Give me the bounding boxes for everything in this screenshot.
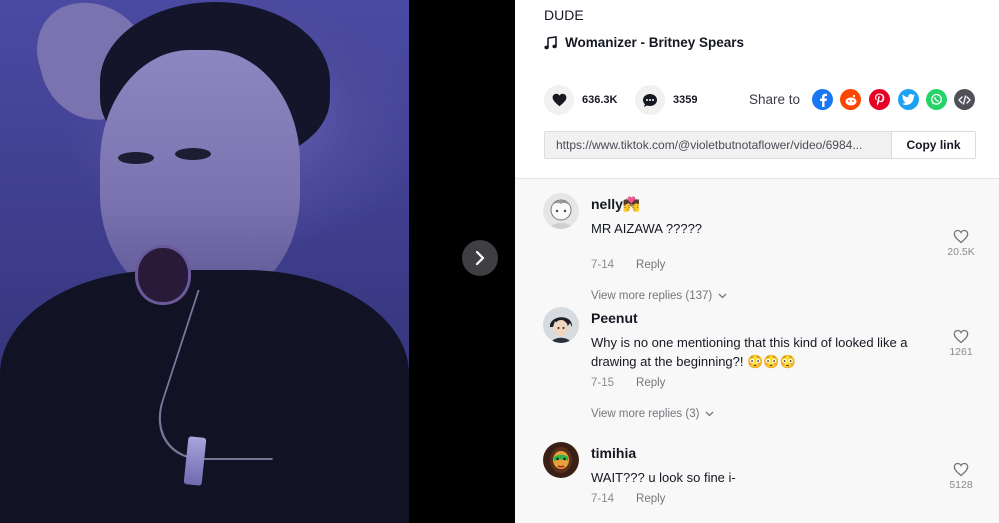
chevron-right-icon xyxy=(475,250,485,266)
view-more-replies-label: View more replies (3) xyxy=(591,408,700,420)
comment-date: 7-14 xyxy=(591,259,615,271)
pinterest-share-icon[interactable] xyxy=(869,89,890,110)
music-link[interactable]: Womanizer - Britney Spears xyxy=(544,35,744,50)
like-count: 636.3K xyxy=(582,94,618,106)
comment-item: Peenut Why is no one mentioning that thi… xyxy=(543,307,983,425)
video-eye-shape xyxy=(175,148,211,160)
comment-like-count: 5128 xyxy=(949,479,973,491)
action-bar: 636.3K 3359 Share to xyxy=(544,85,977,115)
reddit-share-icon[interactable] xyxy=(840,89,861,110)
video-face-shape xyxy=(100,50,300,300)
comment-like-count: 20.5K xyxy=(947,246,975,258)
comment-meta: 7-15 Reply xyxy=(591,377,665,389)
comment-text: WAIT??? u look so fine i- xyxy=(591,470,736,485)
comment-username[interactable]: nelly💏 xyxy=(591,196,640,213)
heart-outline-icon xyxy=(953,229,969,244)
comment-date: 7-15 xyxy=(591,377,615,389)
comment-text: Why is no one mentioning that this kind … xyxy=(591,335,908,369)
next-video-button[interactable] xyxy=(462,240,498,276)
avatar[interactable] xyxy=(543,442,579,478)
comment-bubble-icon xyxy=(643,93,657,107)
chevron-down-icon xyxy=(705,411,714,417)
video-link-field[interactable]: https://www.tiktok.com/@violetbutnotaflo… xyxy=(545,132,891,158)
video-player[interactable] xyxy=(0,0,515,523)
username-emoji: 💏 xyxy=(622,196,641,212)
comment-list[interactable]: nelly💏 MR AIZAWA ????? 7-14 Reply 20.5K … xyxy=(515,178,999,523)
avatar[interactable] xyxy=(543,193,579,229)
comment-meta: 7-14 Reply xyxy=(591,259,665,271)
comment-text: MR AIZAWA ????? xyxy=(591,221,703,236)
like-button[interactable]: 636.3K xyxy=(544,85,617,115)
heart-outline-icon xyxy=(953,462,969,477)
view-more-replies-button[interactable]: View more replies (3) xyxy=(591,408,714,420)
video-eye-shape xyxy=(118,152,154,164)
chevron-down-icon xyxy=(718,293,727,299)
username-text: nelly xyxy=(591,196,623,212)
video-mouth-shape xyxy=(135,245,191,305)
comment-username[interactable]: timihia xyxy=(591,445,636,461)
view-more-replies-button[interactable]: View more replies (137) xyxy=(591,290,727,302)
comment-button[interactable]: 3359 xyxy=(635,85,697,115)
comment-like-count: 1261 xyxy=(949,346,973,358)
like-icon-wrapper xyxy=(544,85,574,115)
video-frame[interactable] xyxy=(0,0,409,523)
comment-date: 7-14 xyxy=(591,493,615,505)
heart-outline-icon xyxy=(953,329,969,344)
music-title: Womanizer - Britney Spears xyxy=(565,35,745,50)
heart-icon xyxy=(552,93,566,107)
post-info-panel: DUDE Womanizer - Britney Spears 636.3K 3… xyxy=(515,0,999,178)
comment-item: timihia WAIT??? u look so fine i- 7-14 R… xyxy=(543,442,983,522)
reply-button[interactable]: Reply xyxy=(636,377,665,389)
reply-button[interactable]: Reply xyxy=(636,259,665,271)
embed-code-icon[interactable] xyxy=(954,89,975,110)
comment-item: nelly💏 MR AIZAWA ????? 7-14 Reply 20.5K … xyxy=(543,193,983,311)
whatsapp-share-icon[interactable] xyxy=(926,89,947,110)
music-note-icon xyxy=(544,35,557,49)
comment-meta: 7-14 Reply xyxy=(591,493,665,505)
post-caption: DUDE xyxy=(544,7,584,23)
comment-like-button[interactable]: 20.5K xyxy=(943,229,979,258)
share-link-box: https://www.tiktok.com/@violetbutnotaflo… xyxy=(544,131,976,159)
comment-count: 3359 xyxy=(673,94,698,106)
comment-username[interactable]: Peenut xyxy=(591,310,638,326)
avatar[interactable] xyxy=(543,307,579,343)
copy-link-button[interactable]: Copy link xyxy=(891,132,975,158)
comment-like-button[interactable]: 1261 xyxy=(943,329,979,358)
reply-button[interactable]: Reply xyxy=(636,493,665,505)
share-label: Share to xyxy=(749,92,801,107)
twitter-share-icon[interactable] xyxy=(898,89,919,110)
view-more-replies-label: View more replies (137) xyxy=(591,290,713,302)
comment-icon-wrapper xyxy=(635,85,665,115)
comment-like-button[interactable]: 5128 xyxy=(943,462,979,491)
facebook-share-icon[interactable] xyxy=(812,89,833,110)
